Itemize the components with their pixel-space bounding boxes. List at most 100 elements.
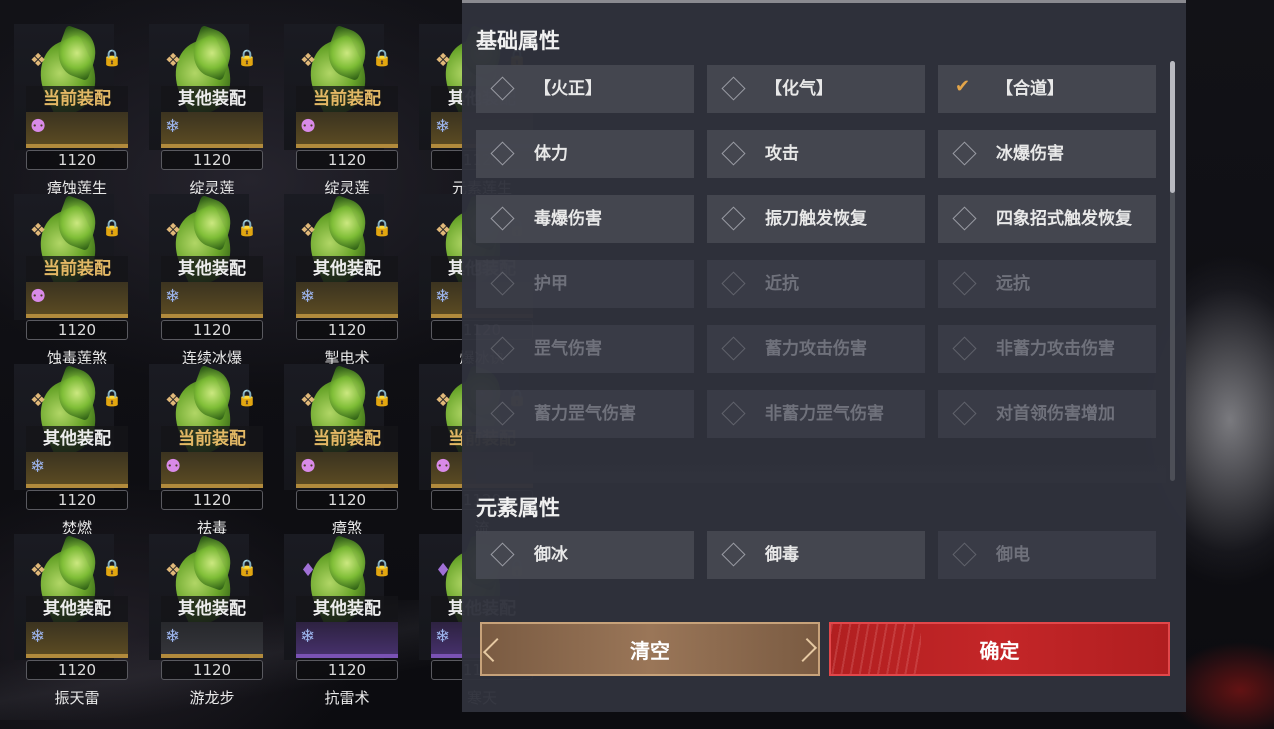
item-card[interactable]: ❖ 🔒 当前装配 ⚉ 1120 绽灵莲 — [282, 22, 398, 197]
option-label: 蓄力攻击伤害 — [765, 339, 867, 359]
base-attribute-option[interactable]: 【化气】 — [707, 65, 925, 113]
option-label: 振刀触发恢复 — [765, 209, 867, 229]
base-attribute-option[interactable]: 毒爆伤害 — [476, 195, 694, 243]
lock-icon[interactable]: 🔒 — [372, 220, 392, 236]
item-level: 1120 — [161, 490, 263, 510]
item-card[interactable]: ❖ 🔒 当前装配 ⚉ 1120 蚀毒莲煞 — [12, 192, 128, 367]
option-label: 远抗 — [996, 274, 1030, 294]
base-attribute-option[interactable]: 四象招式触发恢复 — [938, 195, 1156, 243]
equip-status-label: 其他装配 — [296, 596, 398, 622]
scrollbar-thumb[interactable] — [1170, 61, 1175, 193]
gold-flower-icon: ❖ — [165, 560, 182, 581]
option-label: 非蓄力罡气伤害 — [765, 404, 884, 424]
item-card[interactable]: ❖ 🔒 其他装配 ❄ 1120 绽灵莲 — [147, 22, 263, 197]
lock-icon[interactable]: 🔒 — [237, 560, 257, 576]
item-card[interactable]: ♦ 🔒 其他装配 ❄ 1120 抗雷术 — [282, 532, 398, 707]
base-attribute-option[interactable]: 攻击 — [707, 130, 925, 178]
clear-button[interactable]: 清空 — [480, 622, 820, 676]
blue-snowflake-icon: ❄ — [165, 116, 181, 137]
diamond-checkbox-icon — [952, 542, 977, 567]
gold-flower-icon: ❖ — [435, 390, 452, 411]
base-attribute-option[interactable]: 冰爆伤害 — [938, 130, 1156, 178]
gold-flower-icon: ❖ — [300, 50, 317, 71]
base-attribute-option[interactable]: 罡气伤害 — [476, 325, 694, 373]
lock-icon[interactable]: 🔒 — [237, 50, 257, 66]
item-card[interactable]: ❖ 🔒 当前装配 ⚉ 1120 祛毒 — [147, 362, 263, 537]
option-label: 护甲 — [534, 274, 568, 294]
base-attribute-option[interactable]: ✔ 【合道】 — [938, 65, 1156, 113]
diamond-checkbox-icon — [721, 401, 746, 426]
item-card[interactable]: ❖ 🔒 其他装配 ❄ 1120 掣电术 — [282, 192, 398, 367]
base-attribute-option[interactable]: 【火正】 — [476, 65, 694, 113]
base-attribute-option[interactable]: 对首领伤害增加 — [938, 390, 1156, 438]
gold-flower-icon: ❖ — [300, 220, 317, 241]
purple-flower-icon: ♦ — [300, 560, 317, 581]
element-attribute-option[interactable]: 御电 — [938, 531, 1156, 579]
diamond-checkbox-icon — [490, 271, 515, 296]
base-attribute-option[interactable]: 远抗 — [938, 260, 1156, 308]
blue-snowflake-icon: ❄ — [165, 286, 181, 307]
option-label: 冰爆伤害 — [996, 144, 1064, 164]
base-attribute-option[interactable]: 体力 — [476, 130, 694, 178]
option-label: 四象招式触发恢复 — [996, 209, 1132, 229]
gold-flower-icon: ❖ — [165, 50, 182, 71]
base-attribute-option[interactable]: 蓄力罡气伤害 — [476, 390, 694, 438]
lock-icon[interactable]: 🔒 — [372, 560, 392, 576]
lock-icon[interactable]: 🔒 — [372, 50, 392, 66]
base-attribute-option[interactable]: 护甲 — [476, 260, 694, 308]
gold-flower-icon: ❖ — [30, 50, 47, 71]
item-level: 1120 — [26, 320, 128, 340]
blue-snowflake-icon: ❄ — [30, 626, 46, 647]
element-attribute-option[interactable]: 御冰 — [476, 531, 694, 579]
lock-icon[interactable]: 🔒 — [372, 390, 392, 406]
base-attribute-option[interactable]: 非蓄力罡气伤害 — [707, 390, 925, 438]
base-attribute-option[interactable]: 非蓄力攻击伤害 — [938, 325, 1156, 373]
confirm-button[interactable]: 确定 — [829, 622, 1170, 676]
lock-icon[interactable]: 🔒 — [102, 390, 122, 406]
base-attribute-option[interactable]: 振刀触发恢复 — [707, 195, 925, 243]
diamond-checkbox-icon — [721, 542, 746, 567]
lock-icon[interactable]: 🔒 — [102, 560, 122, 576]
diamond-checkbox-icon — [952, 336, 977, 361]
item-level: 1120 — [296, 490, 398, 510]
diamond-checkbox-icon — [952, 401, 977, 426]
item-card[interactable]: ❖ 🔒 其他装配 ❄ 1120 焚燃 — [12, 362, 128, 537]
equip-status-label: 其他装配 — [296, 256, 398, 282]
blue-snowflake-icon: ❄ — [165, 626, 181, 647]
gold-flower-icon: ❖ — [300, 390, 317, 411]
gold-flower-icon: ❖ — [435, 50, 452, 71]
item-name: 振天雷 — [54, 689, 100, 707]
option-label: 御毒 — [765, 545, 799, 565]
diamond-checkbox-icon — [721, 336, 746, 361]
blue-snowflake-icon: ❄ — [435, 286, 451, 307]
diamond-checkbox-icon — [721, 141, 746, 166]
lock-icon[interactable]: 🔒 — [102, 50, 122, 66]
lock-icon[interactable]: 🔒 — [237, 390, 257, 406]
filter-panel: 基础属性 【火正】 【化气】 ✔ 【合道】 体力 攻击 冰爆伤害 毒爆伤害 振刀触发恢复 四象招式… — [462, 0, 1186, 712]
option-label: 近抗 — [765, 274, 799, 294]
lock-icon[interactable]: 🔒 — [237, 220, 257, 236]
attribute-scrollbar[interactable] — [1170, 61, 1175, 481]
lock-icon[interactable]: 🔒 — [102, 220, 122, 236]
equip-status-label: 当前装配 — [26, 86, 128, 112]
gold-flower-icon: ❖ — [30, 390, 47, 411]
diamond-checkbox-icon — [490, 336, 515, 361]
purple-flower-icon: ♦ — [435, 560, 452, 581]
blue-snowflake-icon: ❄ — [300, 286, 316, 307]
diamond-checkbox-icon — [952, 206, 977, 231]
item-level: 1120 — [161, 150, 263, 170]
diamond-checkbox-icon — [490, 542, 515, 567]
item-card[interactable]: ❖ 🔒 其他装配 ❄ 1120 游龙步 — [147, 532, 263, 707]
item-card[interactable]: ❖ 🔒 其他装配 ❄ 1120 振天雷 — [12, 532, 128, 707]
element-attribute-option[interactable]: 御毒 — [707, 531, 925, 579]
item-card[interactable]: ❖ 🔒 其他装配 ❄ 1120 连续冰爆 — [147, 192, 263, 367]
item-level: 1120 — [296, 150, 398, 170]
pink-orb-icon: ⚉ — [30, 286, 47, 307]
equip-status-label: 当前装配 — [296, 86, 398, 112]
item-level: 1120 — [296, 660, 398, 680]
item-card[interactable]: ❖ 🔒 当前装配 ⚉ 1120 瘴煞 — [282, 362, 398, 537]
equip-status-label: 其他装配 — [161, 256, 263, 282]
base-attribute-option[interactable]: 近抗 — [707, 260, 925, 308]
item-card[interactable]: ❖ 🔒 当前装配 ⚉ 1120 瘴蚀莲生 — [12, 22, 128, 197]
base-attribute-option[interactable]: 蓄力攻击伤害 — [707, 325, 925, 373]
